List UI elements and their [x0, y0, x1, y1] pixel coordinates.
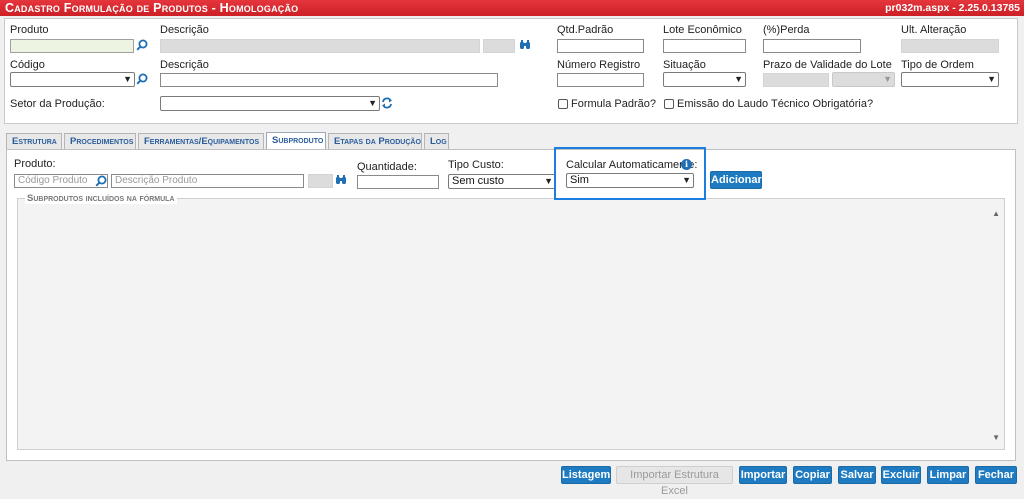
- numero-registro-label: Número Registro: [557, 59, 641, 71]
- page-version: pr032m.aspx - 2.25.0.13785: [885, 2, 1020, 14]
- scroll-up-arrow[interactable]: ▲: [992, 209, 1000, 218]
- subproduto-produto-label: Produto:: [14, 158, 56, 170]
- subprodutos-fieldset: Subprodutos incluídos na fórmula ▲ ▼: [17, 193, 1005, 450]
- subproduto-panel: Produto: Código Produto Descrição Produt…: [6, 149, 1016, 461]
- descricao-produto-input[interactable]: Descrição Produto: [111, 174, 304, 188]
- importar-excel-button: Importar Estrutura Excel: [616, 466, 733, 497]
- tipo-custo-select[interactable]: Sem custo ▼: [448, 174, 556, 189]
- header-panel: Produto Descrição Qtd.Padrão Lote Econôm…: [4, 18, 1018, 124]
- tipo-custo-label: Tipo Custo:: [448, 159, 504, 171]
- search-icon[interactable]: [136, 73, 148, 85]
- produto-extra-input: [308, 174, 333, 188]
- descricao-input: [160, 39, 480, 53]
- descricao2-input[interactable]: [160, 73, 498, 87]
- perda-input[interactable]: [763, 39, 861, 53]
- tipo-ordem-select[interactable]: ▼: [901, 72, 999, 87]
- emissao-laudo-label: Emissão do Laudo Técnico Obrigatória?: [677, 98, 874, 110]
- quantidade-input[interactable]: [357, 175, 439, 189]
- codigo-produto-input[interactable]: Código Produto: [14, 174, 108, 188]
- tab-etapas-producao[interactable]: Etapas da Produção: [328, 133, 422, 149]
- limpar-button[interactable]: Limpar: [927, 466, 969, 484]
- tab-ferramentas[interactable]: Ferramentas/Equipamentos: [138, 133, 264, 149]
- scroll-down-arrow[interactable]: ▼: [992, 433, 1000, 442]
- formula-padrao-label: Formula Padrão?: [571, 98, 656, 110]
- search-icon[interactable]: [95, 175, 107, 187]
- search-icon[interactable]: [136, 39, 148, 51]
- tab-subproduto[interactable]: Subproduto: [266, 132, 326, 150]
- ult-alteracao-input: [901, 39, 999, 53]
- binoculars-icon[interactable]: [519, 39, 531, 51]
- tipo-custo-value: Sem custo: [452, 175, 504, 187]
- descricao-extra-input: [483, 39, 515, 53]
- prazo-validade-input: [763, 73, 829, 87]
- lote-economico-label: Lote Econômico: [663, 24, 742, 36]
- title-bar: Cadastro Formulação de Produtos - Homolo…: [0, 0, 1024, 16]
- adicionar-button[interactable]: Adicionar: [710, 171, 762, 189]
- ult-alteracao-label: Ult. Alteração: [901, 24, 967, 36]
- tab-estrutura[interactable]: Estrutura: [6, 133, 62, 149]
- window-title: Cadastro Formulação de Produtos - Homolo…: [5, 1, 299, 15]
- produto-input[interactable]: [10, 39, 134, 53]
- qtd-padrao-label: Qtd.Padrão: [557, 24, 614, 36]
- importar-button[interactable]: Importar: [739, 466, 787, 484]
- descricao-label: Descrição: [160, 24, 209, 36]
- fechar-button[interactable]: Fechar: [975, 466, 1017, 484]
- excluir-button[interactable]: Excluir: [881, 466, 921, 484]
- quantidade-label: Quantidade:: [357, 161, 417, 173]
- produto-label: Produto: [10, 24, 49, 36]
- prazo-validade-label: Prazo de Validade do Lote: [763, 59, 892, 71]
- prazo-validade-select: ▼: [832, 72, 895, 87]
- listagem-button[interactable]: Listagem: [561, 466, 611, 484]
- copiar-button[interactable]: Copiar: [793, 466, 832, 484]
- tab-log[interactable]: Log: [424, 133, 449, 149]
- lote-economico-input[interactable]: [663, 39, 746, 53]
- numero-registro-input[interactable]: [557, 73, 644, 87]
- focus-highlight: [554, 147, 706, 200]
- perda-label: (%)Perda: [763, 24, 810, 36]
- qtd-padrao-input[interactable]: [557, 39, 644, 53]
- salvar-button[interactable]: Salvar: [838, 466, 876, 484]
- emissao-laudo-checkbox[interactable]: [664, 99, 674, 109]
- situacao-label: Situação: [663, 59, 706, 71]
- setor-producao-select[interactable]: ▼: [160, 96, 380, 111]
- binoculars-icon[interactable]: [335, 174, 347, 186]
- codigo-label: Código: [10, 59, 45, 71]
- codigo-select[interactable]: ▼: [10, 72, 135, 87]
- setor-producao-label: Setor da Produção:: [10, 98, 105, 110]
- tab-procedimentos[interactable]: Procedimentos: [64, 133, 136, 149]
- fieldset-legend: Subprodutos incluídos na fórmula: [25, 193, 177, 204]
- formula-padrao-checkbox[interactable]: [558, 99, 568, 109]
- tipo-ordem-label: Tipo de Ordem: [901, 59, 974, 71]
- descricao2-label: Descrição: [160, 59, 209, 71]
- situacao-select[interactable]: ▼: [663, 72, 746, 87]
- refresh-icon[interactable]: [381, 97, 393, 109]
